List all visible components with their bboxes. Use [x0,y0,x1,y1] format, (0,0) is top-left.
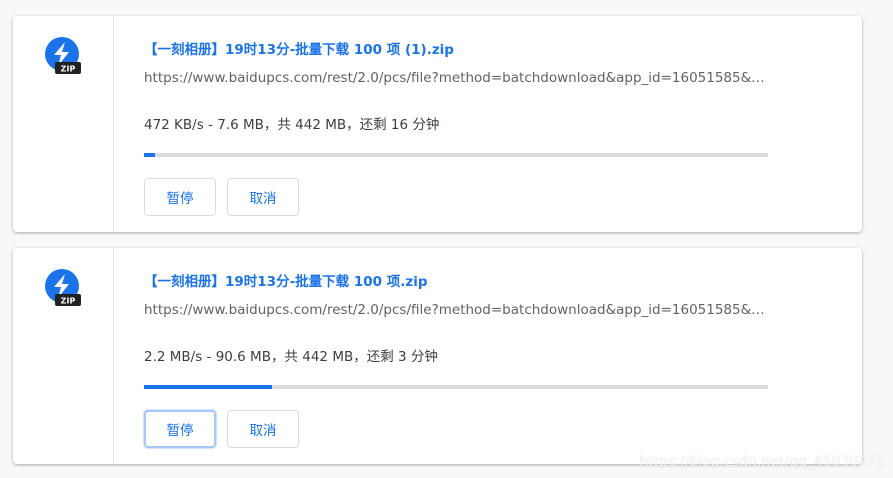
file-icon-column: ZIP [13,248,114,464]
file-icon-column: ZIP [13,16,114,232]
download-item: ZIP 【一刻相册】19时13分-批量下载 100 项.zip https://… [13,248,862,464]
watermark: https://blog.csdn.net/qq_45030271 [639,454,885,470]
download-status: 2.2 MB/s - 90.6 MB，共 442 MB，还剩 3 分钟 [144,349,438,365]
progress-bar [144,385,768,389]
pause-button[interactable]: 暂停 [144,410,216,448]
zip-file-icon: ZIP [45,269,81,306]
zip-file-icon: ZIP [45,37,81,74]
pause-button[interactable]: 暂停 [144,178,216,216]
svg-text:ZIP: ZIP [61,65,76,74]
source-url: https://www.baidupcs.com/rest/2.0/pcs/fi… [144,302,765,318]
file-name-link[interactable]: 【一刻相册】19时13分-批量下载 100 项.zip [144,270,428,290]
svg-text:ZIP: ZIP [61,297,76,306]
source-url: https://www.baidupcs.com/rest/2.0/pcs/fi… [144,70,765,86]
cancel-button[interactable]: 取消 [227,410,299,448]
cancel-button[interactable]: 取消 [227,178,299,216]
file-name-link[interactable]: 【一刻相册】19时13分-批量下载 100 项 (1).zip [144,38,454,58]
progress-bar [144,153,768,157]
progress-fill [144,153,155,157]
progress-fill [144,385,272,389]
download-status: 472 KB/s - 7.6 MB，共 442 MB，还剩 16 分钟 [144,117,440,133]
download-item: ZIP 【一刻相册】19时13分-批量下载 100 项 (1).zip http… [13,16,862,232]
